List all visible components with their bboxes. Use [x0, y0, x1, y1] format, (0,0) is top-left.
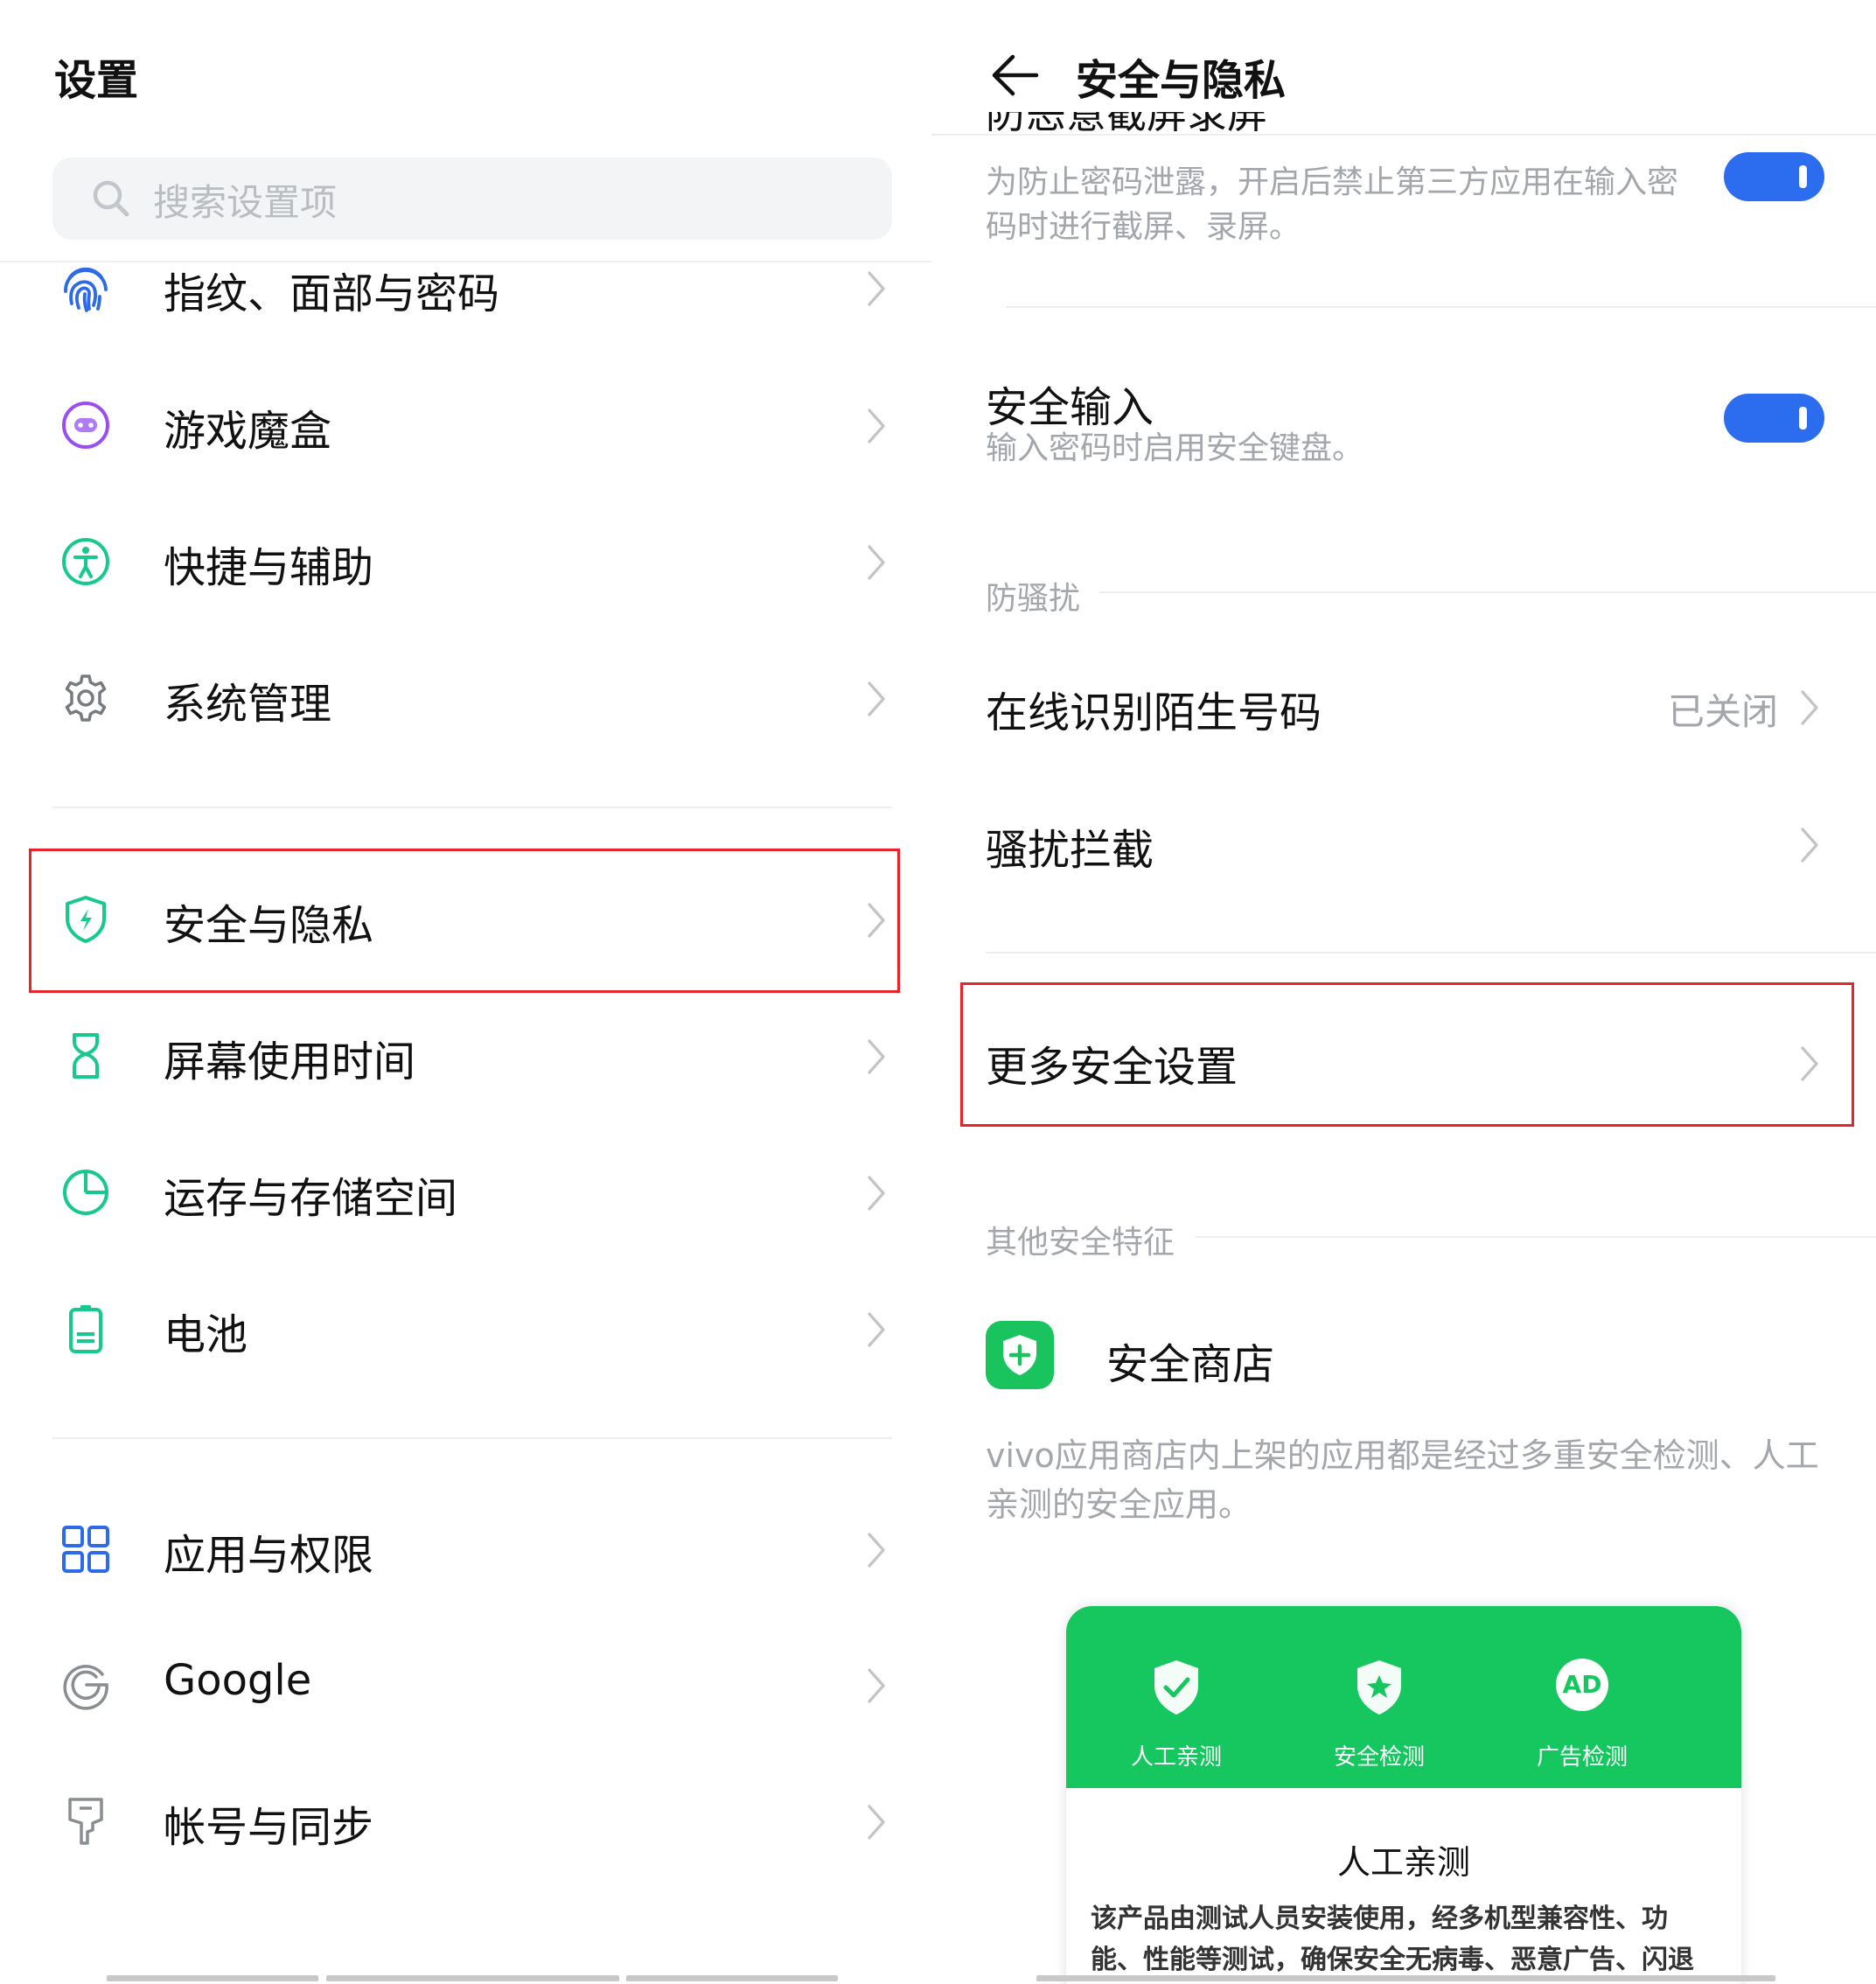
- anti-capture-description: 为防止密码泄露，开启后禁止第三方应用在输入密码时进行截屏、录屏。: [986, 164, 1679, 245]
- settings-item-label: 安全与隐私: [164, 901, 374, 950]
- settings-item-label: 应用与权限: [164, 1531, 374, 1580]
- item-divider: [986, 952, 1876, 954]
- settings-item-apps[interactable]: 应用与权限: [0, 1497, 931, 1602]
- settings-item-game-box[interactable]: 游戏魔盒: [0, 373, 931, 478]
- accessibility-icon: [62, 538, 109, 585]
- chevron-right-icon: [868, 903, 885, 938]
- settings-item-label: 运存与存储空间: [164, 1174, 458, 1223]
- back-arrow-icon[interactable]: [990, 51, 1039, 100]
- toggle-knob: [1799, 165, 1807, 188]
- security-feature-card: 人工亲测 安全检测 AD 广告检测 人工亲测 该产品由测试人员安装使用，经多机型…: [1066, 1606, 1741, 1984]
- settings-item-storage[interactable]: 运存与存储空间: [0, 1140, 931, 1245]
- settings-item-google[interactable]: Google: [0, 1632, 931, 1737]
- settings-item-label: 电池: [164, 1310, 248, 1359]
- chevron-right-icon: [1801, 828, 1818, 863]
- anti-capture-toggle[interactable]: [1724, 152, 1824, 201]
- feature-label: 人工亲测: [1130, 1744, 1222, 1771]
- section-header-harass: 防骚扰: [986, 581, 1081, 617]
- settings-item-label: 屏幕使用时间: [164, 1037, 416, 1086]
- chevron-right-icon: [868, 545, 885, 580]
- section-divider: [1196, 1236, 1876, 1238]
- chevron-right-icon: [868, 1039, 885, 1074]
- card-header: 人工亲测 安全检测 AD 广告检测: [1066, 1606, 1741, 1788]
- search-placeholder: 搜索设置项: [153, 181, 338, 224]
- search-icon: [93, 180, 129, 217]
- group-divider: [52, 807, 892, 808]
- scroll-indicator: [1036, 1975, 1775, 1981]
- shield-plus-icon: [1003, 1335, 1036, 1375]
- chevron-right-icon: [868, 409, 885, 444]
- page-title: 安全与隐私: [1076, 56, 1287, 105]
- chevron-right-icon: [868, 271, 885, 306]
- gear-icon: [65, 674, 107, 722]
- feature-label: 安全检测: [1333, 1744, 1425, 1771]
- harassment-block-label: 骚扰拦截: [986, 826, 1154, 875]
- online-caller-id-label: 在线识别陌生号码: [986, 688, 1322, 737]
- chevron-right-icon: [1801, 690, 1818, 725]
- settings-item-fingerprint[interactable]: 指纹、面部与密码: [0, 235, 931, 340]
- settings-item-security[interactable]: 安全与隐私: [0, 867, 931, 972]
- scroll-indicator: [626, 1975, 838, 1981]
- section-header-other: 其他安全特征: [986, 1225, 1175, 1261]
- chevron-right-icon: [1801, 1046, 1818, 1081]
- scroll-indicator: [326, 1975, 619, 1981]
- secure-input-toggle[interactable]: [1724, 394, 1824, 443]
- battery-icon: [69, 1305, 102, 1353]
- settings-item-label: 帐号与同步: [164, 1803, 374, 1852]
- settings-item-account-sync[interactable]: 帐号与同步: [0, 1769, 931, 1874]
- item-divider: [1006, 306, 1876, 308]
- section-divider: [1099, 591, 1876, 593]
- google-icon: [63, 1665, 108, 1710]
- game-box-icon: [62, 402, 109, 449]
- secure-input-description: 输入密码时启用安全键盘。: [986, 430, 1364, 466]
- scroll-indicator: [107, 1975, 318, 1981]
- shield-check-icon: [1154, 1660, 1198, 1715]
- shield-icon: [66, 896, 106, 943]
- harassment-block-row[interactable]: 骚扰拦截: [931, 802, 1876, 916]
- account-sync-icon: [68, 1798, 103, 1845]
- chevron-right-icon: [868, 1312, 885, 1347]
- settings-item-battery[interactable]: 电池: [0, 1276, 931, 1381]
- settings-item-label: 指纹、面部与密码: [164, 269, 500, 318]
- toggle-knob: [1799, 407, 1807, 430]
- settings-item-label: 快捷与辅助: [164, 543, 374, 592]
- card-title: 人工亲测: [1336, 1843, 1470, 1882]
- pie-chart-icon: [63, 1170, 108, 1215]
- security-store-label[interactable]: 安全商店: [1106, 1330, 1274, 1391]
- security-store-icon[interactable]: [986, 1321, 1054, 1389]
- feature-label: 广告检测: [1536, 1744, 1628, 1771]
- hourglass-icon: [73, 1033, 99, 1079]
- shield-star-icon: [1357, 1660, 1401, 1715]
- online-caller-id-status: 已关闭: [1668, 690, 1779, 733]
- secure-input-label: 安全输入: [986, 383, 1154, 432]
- fingerprint-icon: [64, 267, 108, 312]
- more-security-settings-label: 更多安全设置: [986, 1043, 1238, 1092]
- settings-item-accessibility[interactable]: 快捷与辅助: [0, 509, 931, 614]
- feature-manual-test[interactable]: 人工亲测: [1075, 1606, 1278, 1788]
- feature-security-scan[interactable]: 安全检测: [1278, 1606, 1481, 1788]
- security-privacy-panel: 安全与隐私 防恶意截屏录屏 为防止密码泄露，开启后禁止第三方应用在输入密码时进行…: [931, 0, 1876, 1984]
- settings-item-label: 游戏魔盒: [164, 407, 332, 456]
- group-divider: [52, 1437, 892, 1439]
- chevron-right-icon: [868, 1805, 885, 1840]
- apps-grid-icon: [62, 1526, 109, 1573]
- settings-item-label: Google: [164, 1656, 312, 1705]
- settings-item-label: 系统管理: [164, 680, 332, 729]
- security-store-description: vivo应用商店内上架的应用都是经过多重安全检测、人工亲测的安全应用。: [986, 1436, 1819, 1524]
- card-body: 该产品由测试人员安装使用，经多机型兼容性、功能、性能等测试，确保安全无病毒、恶意…: [1091, 1904, 1694, 1975]
- chevron-right-icon: [868, 1533, 885, 1568]
- search-input[interactable]: 搜索设置项: [52, 157, 892, 240]
- online-caller-id-row[interactable]: 在线识别陌生号码 已关闭: [931, 665, 1876, 779]
- ad-badge-icon: AD: [1556, 1659, 1608, 1711]
- feature-ad-scan[interactable]: AD 广告检测: [1481, 1606, 1684, 1788]
- page-title: 设置: [54, 56, 139, 105]
- chevron-right-icon: [868, 1668, 885, 1703]
- settings-panel: 设置 搜索设置项 指纹、面部与密码 游戏魔盒 快捷与辅助 系统管理 安全与隐私 …: [0, 0, 931, 1984]
- anti-capture-title: 防恶意截屏录屏: [986, 112, 1267, 136]
- settings-item-screen-time[interactable]: 屏幕使用时间: [0, 1003, 931, 1108]
- settings-item-system[interactable]: 系统管理: [0, 646, 931, 751]
- chevron-right-icon: [868, 1176, 885, 1211]
- chevron-right-icon: [868, 681, 885, 716]
- more-security-settings-row[interactable]: 更多安全设置: [931, 1006, 1876, 1120]
